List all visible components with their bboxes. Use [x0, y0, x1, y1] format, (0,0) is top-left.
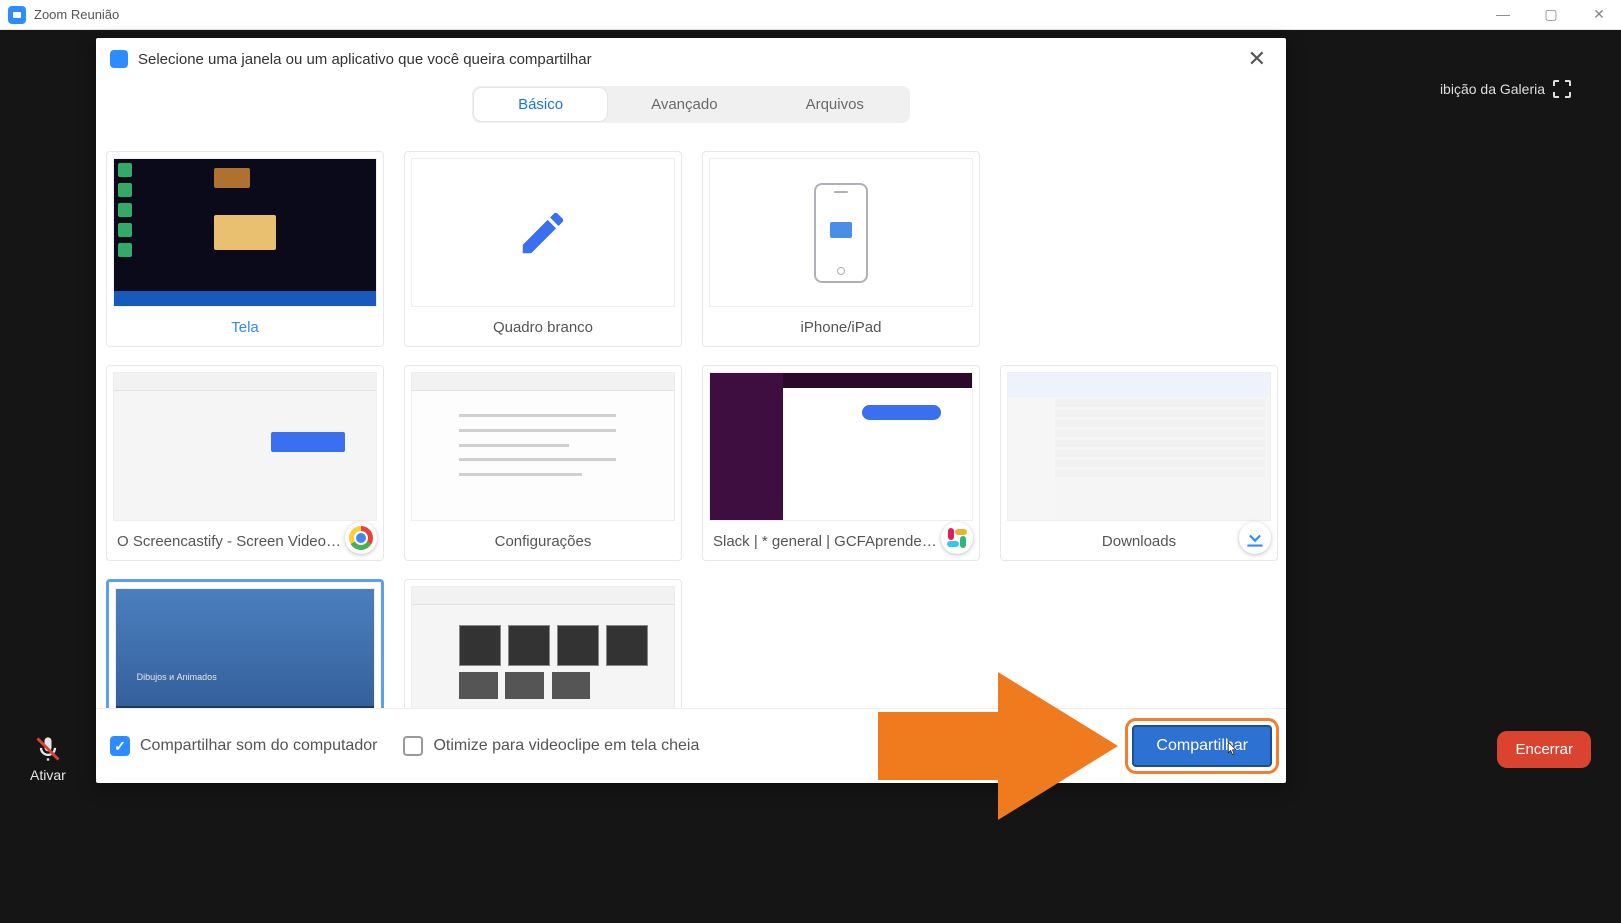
share-grid: Tela Quadro branco iPhone/iPad	[96, 123, 1286, 708]
share-audio-checkbox[interactable]: Compartilhar som do computador	[110, 736, 377, 756]
whiteboard-thumbnail	[411, 158, 675, 307]
close-dialog-button[interactable]: ✕	[1242, 46, 1272, 72]
dialog-title: Selecione uma janela ou um aplicativo qu…	[138, 51, 592, 68]
window-thumbnail	[709, 372, 973, 521]
pencil-icon	[516, 206, 570, 260]
window-thumbnail	[411, 586, 675, 708]
tile-label: Configurações	[405, 527, 681, 560]
activate-audio-button[interactable]: Ativar	[30, 735, 66, 783]
screen-thumbnail	[113, 158, 377, 307]
close-window-button[interactable]: ✕	[1589, 6, 1609, 23]
share-option-slack[interactable]: Slack | * general | GCFAprendeLibre	[702, 365, 980, 561]
zoom-icon	[110, 50, 128, 68]
window-titlebar: Zoom Reunião — ▢ ✕	[0, 0, 1621, 30]
tile-label: Downloads	[1001, 527, 1277, 560]
gallery-label: ibição da Galeria	[1440, 81, 1545, 97]
share-option-settings[interactable]: Configurações	[404, 365, 682, 561]
cursor-icon	[1226, 739, 1240, 757]
tab-group: Básico Avançado Arquivos	[472, 86, 910, 123]
fullscreen-icon	[1553, 80, 1571, 98]
share-option-screencastify[interactable]: O Screencastify - Screen Video Re...	[106, 365, 384, 561]
chrome-icon	[345, 522, 377, 554]
share-option-iphone[interactable]: iPhone/iPad	[702, 151, 980, 347]
dialog-header: Selecione uma janela ou um aplicativo qu…	[96, 38, 1286, 80]
share-option-screen[interactable]: Tela	[106, 151, 384, 347]
share-tabs: Básico Avançado Arquivos	[96, 86, 1286, 123]
window-controls: — ▢ ✕	[1493, 6, 1613, 23]
activate-label: Ativar	[30, 767, 66, 783]
end-meeting-button[interactable]: Encerrar	[1497, 731, 1591, 768]
share-option-whiteboard[interactable]: Quadro branco	[404, 151, 682, 347]
zoom-icon	[8, 6, 26, 24]
iphone-thumbnail	[709, 158, 973, 307]
window-title: Zoom Reunião	[34, 7, 119, 22]
window-thumbnail: Dibujos и Animados	[115, 588, 375, 708]
tab-basic[interactable]: Básico	[474, 88, 607, 121]
optimize-video-checkbox[interactable]: Otimize para videoclipe em tela cheia	[403, 736, 699, 756]
gallery-view-button[interactable]: ibição da Galeria	[1440, 80, 1571, 98]
window-thumbnail	[113, 372, 377, 521]
minimize-button[interactable]: —	[1493, 6, 1513, 23]
tile-label: Slack | * general | GCFAprendeLibre	[703, 527, 979, 560]
tile-label: Tela	[107, 313, 383, 346]
microphone-muted-icon	[34, 735, 62, 763]
maximize-button[interactable]: ▢	[1541, 6, 1561, 23]
window-thumbnail	[1007, 372, 1271, 521]
share-option-downloads[interactable]: Downloads	[1000, 365, 1278, 561]
checkbox-icon	[110, 736, 130, 756]
checkbox-icon	[403, 736, 423, 756]
share-option-movies-tv[interactable]: Dibujos и Animados Filmes e TV	[106, 579, 384, 708]
share-screen-dialog: Selecione uma janela ou um aplicativo qu…	[96, 38, 1286, 783]
tab-files[interactable]: Arquivos	[762, 88, 908, 121]
checkbox-label: Compartilhar som do computador	[140, 737, 377, 755]
tile-label: O Screencastify - Screen Video Re...	[107, 527, 383, 560]
dialog-footer: Compartilhar som do computador Otimize p…	[96, 708, 1286, 783]
download-arrow-icon	[1239, 522, 1271, 554]
slack-icon	[941, 522, 973, 554]
window-thumbnail	[411, 372, 675, 521]
checkbox-label: Otimize para videoclipe em tela cheia	[433, 737, 699, 755]
tile-label: Quadro branco	[405, 313, 681, 346]
share-option-zoom-course[interactable]: Curso Zoom - Arquivos LeNovo -...	[404, 579, 682, 708]
tile-label: iPhone/iPad	[703, 313, 979, 346]
airplay-icon	[830, 222, 852, 238]
share-button[interactable]: Compartilhar	[1132, 725, 1272, 767]
tab-advanced[interactable]: Avançado	[607, 88, 761, 121]
